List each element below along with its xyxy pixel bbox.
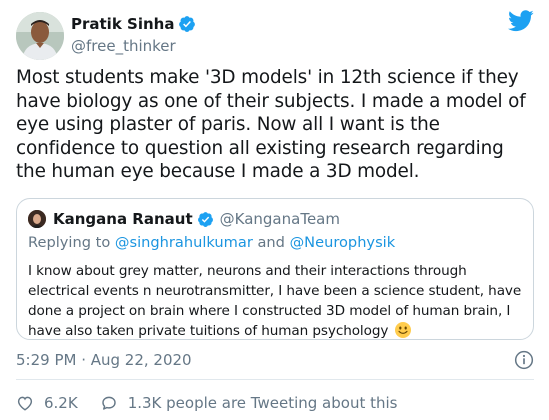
- quoted-handle: @KanganaTeam: [219, 210, 340, 228]
- mention-link[interactable]: @singhrahulkumar: [115, 234, 253, 251]
- info-icon[interactable]: [514, 350, 534, 370]
- author-block: Pratik Sinha @free_thinker: [71, 14, 196, 55]
- tweet-header: Pratik Sinha @free_thinker: [16, 10, 536, 60]
- divider: [16, 379, 534, 380]
- display-name-row: Pratik Sinha: [71, 14, 196, 34]
- tweet-text: Most students make '3D models' in 12th s…: [16, 67, 526, 183]
- quoted-tweet[interactable]: Kangana Ranaut @KanganaTeam Replying to …: [16, 198, 534, 340]
- like-button[interactable]: 6.2K: [16, 394, 78, 412]
- quoted-text-body: I know about grey matter, neurons and th…: [28, 263, 522, 339]
- chat-bubble-icon: [101, 396, 116, 410]
- replying-and: and: [252, 234, 290, 251]
- quoted-author-avatar: [28, 210, 46, 228]
- quoted-text: I know about grey matter, neurons and th…: [28, 261, 528, 341]
- quoted-header: Kangana Ranaut @KanganaTeam: [53, 209, 340, 229]
- like-count: 6.2K: [44, 394, 78, 412]
- author-display-name[interactable]: Pratik Sinha: [71, 15, 174, 33]
- tweet-actions: 6.2K 1.3K people are Tweeting about this: [16, 392, 397, 414]
- replying-prefix: Replying to: [28, 234, 115, 251]
- verified-badge-icon: [179, 16, 196, 32]
- twitter-bird-icon[interactable]: [508, 10, 534, 32]
- quoted-display-name: Kangana Ranaut: [53, 210, 193, 228]
- tweeting-about-link[interactable]: 1.3K people are Tweeting about this: [100, 394, 398, 412]
- smiling-face-emoji: [394, 322, 411, 338]
- mention-link[interactable]: @Neurophysik: [290, 234, 396, 251]
- replying-to: Replying to @singhrahulkumar and @Neurop…: [28, 234, 395, 251]
- verified-badge-icon: [197, 211, 213, 227]
- heart-icon: [17, 396, 33, 411]
- tweet-card: Pratik Sinha @free_thinker Most students…: [0, 0, 549, 420]
- author-avatar[interactable]: [16, 12, 64, 60]
- author-handle[interactable]: @free_thinker: [71, 37, 196, 55]
- tweeting-about-count: 1.3K people are Tweeting about this: [127, 394, 398, 412]
- tweet-timestamp[interactable]: 5:29 PM · Aug 22, 2020: [16, 351, 192, 369]
